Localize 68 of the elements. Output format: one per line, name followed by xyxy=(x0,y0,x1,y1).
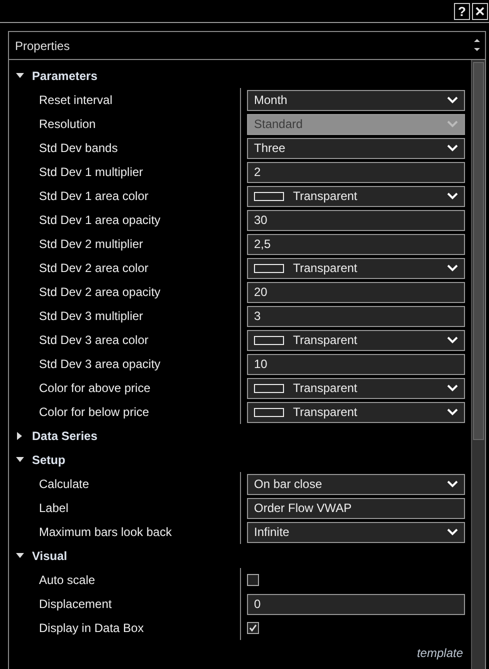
input-field[interactable]: 20 xyxy=(247,282,465,302)
input-field[interactable]: Order Flow VWAP xyxy=(247,498,465,518)
chevron-down-icon xyxy=(447,528,458,536)
help-button[interactable]: ? xyxy=(454,2,470,20)
dropdown[interactable]: On bar close xyxy=(247,474,465,494)
scrollbar[interactable] xyxy=(471,60,485,669)
property-label: Maximum bars look back xyxy=(38,524,173,541)
dropdown[interactable]: Three xyxy=(247,138,465,158)
checkbox[interactable] xyxy=(247,622,259,634)
chevron-down-icon xyxy=(447,264,458,272)
property-label: Calculate xyxy=(38,476,90,493)
color-swatch-icon xyxy=(254,192,284,200)
color-swatch-icon xyxy=(254,336,284,344)
input-field[interactable]: 0 xyxy=(247,594,465,614)
scrollbar-thumb[interactable] xyxy=(473,62,484,440)
chevron-down-icon xyxy=(447,384,458,392)
collapse-icon[interactable] xyxy=(16,456,24,464)
property-label: Std Dev 1 area color xyxy=(38,188,150,205)
property-label: Displacement xyxy=(38,596,113,613)
section-header[interactable]: Visual xyxy=(32,547,68,565)
color-swatch-icon xyxy=(254,264,284,272)
property-label: Color for above price xyxy=(38,380,152,397)
checkbox[interactable] xyxy=(247,574,259,586)
chevron-down-icon xyxy=(447,192,458,200)
color-swatch-icon xyxy=(254,408,284,416)
chevron-down-icon xyxy=(447,336,458,344)
section-header[interactable]: Parameters xyxy=(32,67,98,85)
color-dropdown[interactable]: Transparent xyxy=(247,378,465,398)
input-field[interactable]: 10 xyxy=(247,354,465,374)
section-header[interactable]: Setup xyxy=(32,451,66,469)
dropdown[interactable]: Infinite xyxy=(247,522,465,542)
property-label: Reset interval xyxy=(38,92,114,109)
color-swatch-icon xyxy=(254,384,284,392)
panel-title: Properties xyxy=(14,38,70,54)
color-dropdown[interactable]: Transparent xyxy=(247,258,465,278)
property-label: Std Dev 3 multiplier xyxy=(38,308,144,325)
property-label: Display in Data Box xyxy=(38,620,145,637)
color-dropdown[interactable]: Transparent xyxy=(247,186,465,206)
chevron-down-icon xyxy=(447,480,458,488)
property-label: Std Dev 3 area color xyxy=(38,332,150,349)
chevron-down-icon xyxy=(447,144,458,152)
property-label: Std Dev 3 area opacity xyxy=(38,356,162,373)
property-label: Label xyxy=(38,500,70,517)
property-label: Std Dev 1 area opacity xyxy=(38,212,162,229)
expand-icon[interactable] xyxy=(16,432,24,440)
property-label: Std Dev 2 area color xyxy=(38,260,150,277)
section-header[interactable]: Data Series xyxy=(32,427,98,445)
input-field[interactable]: 2,5 xyxy=(247,234,465,254)
collapse-icon[interactable] xyxy=(16,72,24,80)
chevron-down-icon xyxy=(447,408,458,416)
property-label: Std Dev bands xyxy=(38,140,119,157)
property-label: Resolution xyxy=(38,116,97,133)
property-label: Std Dev 1 multiplier xyxy=(38,164,144,181)
input-field[interactable]: 2 xyxy=(247,162,465,182)
chevron-down-icon xyxy=(447,96,458,104)
dropdown[interactable]: Month xyxy=(247,90,465,110)
property-label: Color for below price xyxy=(38,404,150,421)
color-dropdown[interactable]: Transparent xyxy=(247,330,465,350)
template-link[interactable]: template xyxy=(416,644,463,662)
input-field[interactable]: 30 xyxy=(247,210,465,230)
close-button[interactable]: ✕ xyxy=(472,2,488,20)
chevron-down-icon xyxy=(447,120,458,128)
property-label: Std Dev 2 area opacity xyxy=(38,284,162,301)
input-field[interactable]: 3 xyxy=(247,306,465,326)
property-label: Auto scale xyxy=(38,572,96,589)
property-label: Std Dev 2 multiplier xyxy=(38,236,144,253)
collapse-icon[interactable] xyxy=(16,552,24,560)
color-dropdown[interactable]: Transparent xyxy=(247,402,465,422)
